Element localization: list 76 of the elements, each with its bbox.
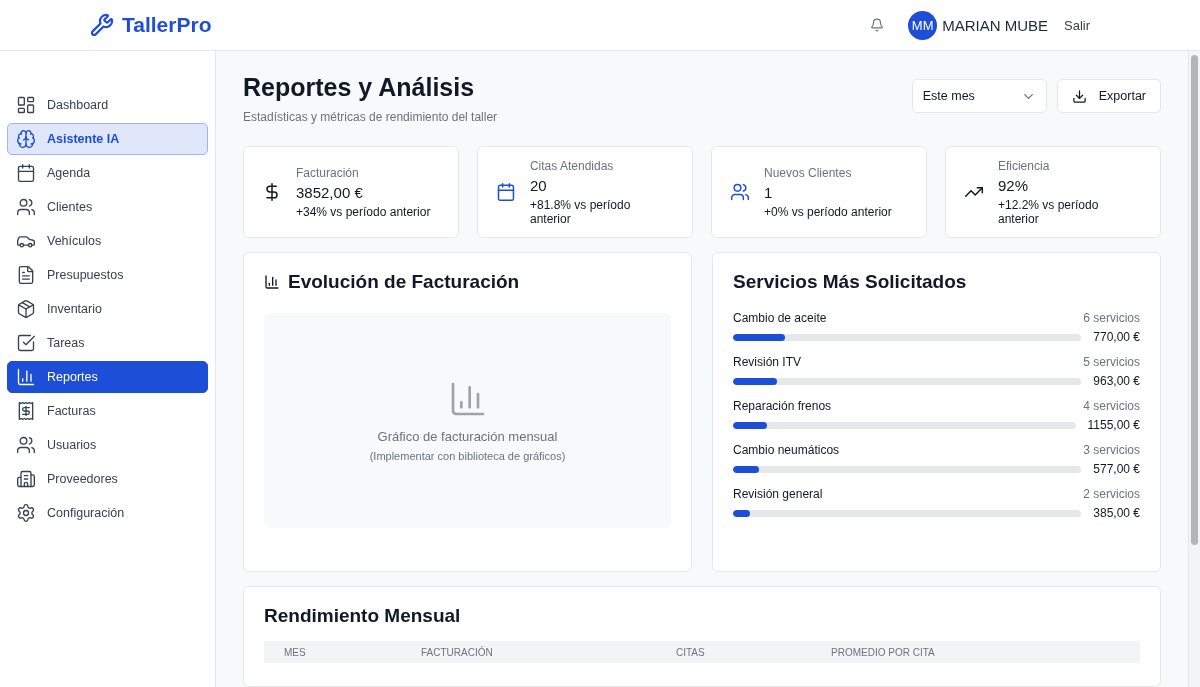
service-count: 4 servicios: [1083, 399, 1140, 413]
column-header: MES: [284, 646, 307, 658]
sidebar-item[interactable]: Presupuestos: [7, 259, 208, 291]
panel-title: Rendimiento Mensual: [264, 605, 462, 627]
panel-title: Servicios Más Solicitados: [733, 271, 968, 293]
service-name: Cambio de aceite: [733, 311, 827, 325]
brain-icon: [16, 129, 36, 149]
download-icon: [1071, 88, 1087, 104]
column-header: PROMEDIO POR CITA: [831, 646, 936, 658]
placeholder-note: (Implementar con biblioteca de gráficos): [369, 450, 566, 462]
service-name: Cambio neumáticos: [733, 443, 840, 457]
users-icon: [16, 197, 36, 217]
user-name: MARIAN MUBE: [942, 16, 1048, 34]
stat-value: 1: [764, 183, 774, 201]
box-icon: [16, 299, 36, 319]
sidebar-item[interactable]: Asistente IA: [7, 123, 208, 155]
service-amount: 963,00 €: [1093, 374, 1140, 388]
service-count: 5 servicios: [1083, 355, 1140, 369]
placeholder-text: Gráfico de facturación mensual: [377, 429, 558, 444]
users-icon: [16, 435, 36, 455]
service-count: 6 servicios: [1083, 311, 1140, 325]
stat-label: Eficiencia: [997, 158, 1051, 173]
wrench-icon: [90, 13, 114, 37]
panel-title: Evolución de Facturación: [288, 271, 520, 293]
receipt-icon: [16, 401, 36, 421]
stat-label: Nuevos Clientes: [764, 165, 853, 180]
sidebar-item[interactable]: Dashboard: [7, 89, 208, 121]
bar-chart-icon: [264, 274, 280, 290]
calendar-icon: [16, 163, 36, 183]
document-icon: [16, 265, 36, 285]
stat-value: 92%: [997, 176, 1029, 194]
sidebar-item[interactable]: Inventario: [7, 293, 208, 325]
service-amount: 1155,00 €: [1087, 418, 1140, 432]
dashboard-icon: [16, 95, 36, 115]
service-name: Revisión general: [733, 487, 823, 501]
service-count: 2 servicios: [1083, 487, 1140, 501]
calendar-icon: [496, 182, 516, 202]
sidebar-item[interactable]: Reportes: [7, 361, 208, 393]
stat-value: 3852,00 €: [296, 183, 364, 201]
bell-icon[interactable]: [870, 18, 885, 32]
service-name: Revisión ITV: [733, 355, 802, 369]
page-title: Reportes y Análisis: [243, 73, 476, 102]
sidebar-item[interactable]: Facturas: [7, 395, 208, 427]
sidebar-item[interactable]: Tareas: [7, 327, 208, 359]
stat-change: +12.2% vs período anterior: [997, 197, 1100, 226]
stat-label: Facturación: [296, 165, 360, 180]
brand-name: TallerPro: [122, 13, 212, 37]
service-amount: 385,00 €: [1093, 506, 1140, 520]
logout-link[interactable]: Salir: [1064, 17, 1090, 33]
service-amount: 770,00 €: [1093, 330, 1140, 344]
page-subtitle: Estadísticas y métricas de rendimiento del taller: [243, 110, 498, 124]
stat-value: 20: [529, 176, 548, 194]
sidebar-item[interactable]: Configuración: [7, 497, 208, 529]
period-select[interactable]: Este mes: [911, 79, 1047, 113]
users-icon: [730, 182, 750, 202]
sidebar-item[interactable]: Usuarios: [7, 429, 208, 461]
scrollbar[interactable]: [1188, 51, 1200, 687]
service-count: 3 servicios: [1083, 443, 1140, 457]
checkbox-icon: [16, 333, 36, 353]
sidebar-item[interactable]: Clientes: [7, 191, 208, 223]
building-icon: [16, 469, 36, 489]
stat-label: Citas Atendidas: [529, 158, 615, 173]
user-avatar: MM: [908, 10, 938, 40]
sidebar-item[interactable]: Agenda: [7, 157, 208, 189]
column-header: FACTURACIÓN: [421, 646, 494, 658]
export-button[interactable]: Exportar: [1056, 79, 1161, 113]
sidebar-item[interactable]: Vehículos: [7, 225, 208, 257]
stat-change: +34% vs período anterior: [296, 204, 431, 219]
stat-change: +0% vs período anterior: [764, 204, 892, 219]
sidebar-item[interactable]: Proveedores: [7, 463, 208, 495]
service-amount: 577,00 €: [1093, 462, 1140, 476]
stat-change: +81.8% vs período anterior: [529, 197, 632, 226]
column-header: CITAS: [676, 646, 706, 658]
gear-icon: [16, 503, 36, 523]
service-name: Reparación frenos: [733, 399, 832, 413]
bar-chart-icon: [16, 367, 36, 387]
